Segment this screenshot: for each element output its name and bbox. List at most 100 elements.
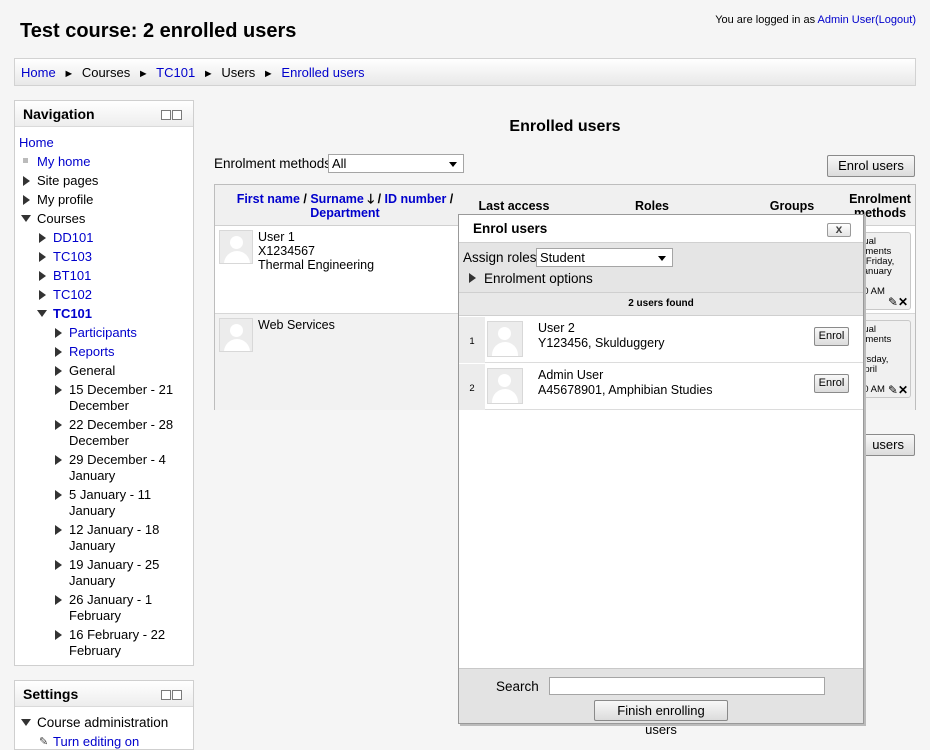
expand-icon[interactable] [469,273,476,283]
nav-week-6[interactable]: 19 January - 25 January [69,557,159,589]
nav-reports[interactable]: Reports [69,344,115,359]
main-heading: Enrolled users [509,118,621,135]
breadcrumb-enrolled-users[interactable]: Enrolled users [281,65,364,80]
dialog-header: Enrol users x [459,215,863,243]
sort-id-number[interactable]: ID number [385,192,447,206]
breadcrumb-users: Users [221,65,256,80]
expand-icon[interactable] [23,195,30,205]
nav-my-home[interactable]: My home [37,154,90,169]
finish-enrolling-button[interactable]: Finish enrolling users [594,700,728,737]
edit-enrolment-icon[interactable]: ✎ [888,383,898,397]
candidate-name: User 2 [538,321,575,335]
collapse-icon[interactable] [37,310,47,317]
expand-icon[interactable] [55,560,62,570]
avatar [487,321,523,357]
assign-roles-select[interactable]: Student [536,248,673,267]
avatar[interactable] [219,230,253,264]
nav-week-5[interactable]: 12 January - 18 January [69,522,159,554]
breadcrumb-course[interactable]: TC101 [156,65,195,80]
course-administration[interactable]: Course administration [37,715,168,730]
user-profile-link[interactable]: Admin User [818,14,875,26]
enrolment-method-text: nual olments n Friday, January 1, 00 AM [861,236,895,297]
unenrol-icon[interactable]: ✕ [898,295,908,309]
expand-icon[interactable] [55,525,62,535]
login-prefix: You are logged in as [715,14,818,26]
settings-title: Settings [23,686,79,702]
nav-course-tc103[interactable]: TC103 [53,249,92,264]
dialog-footer: Search Finish enrolling users [459,668,863,737]
expand-icon[interactable] [39,271,46,281]
expand-icon[interactable] [55,347,62,357]
nav-general[interactable]: General [69,363,115,378]
collapse-icon[interactable] [21,719,31,726]
nav-courses[interactable]: Courses [37,211,85,226]
logout-link[interactable]: (Logout) [875,14,916,26]
enrolment-methods-select[interactable]: All [328,154,464,173]
dialog-options: Assign roles Student Enrolment options [459,243,863,293]
nav-week-4[interactable]: 5 January - 11 January [69,487,151,519]
list-item: 2 Admin User A45678901, Amphibian Studie… [459,364,863,410]
sort-surname[interactable]: Surname [310,192,364,206]
nav-participants[interactable]: Participants [69,325,137,340]
nav-week-1[interactable]: 15 December - 21 December [69,382,173,414]
collapse-icon[interactable] [21,215,31,222]
block-dock-icon[interactable] [161,687,183,700]
nav-course-tc102[interactable]: TC102 [53,287,92,302]
expand-icon[interactable] [39,233,46,243]
expand-icon[interactable] [39,290,46,300]
navigation-block: Navigation Home My home Site pages My pr… [14,100,194,666]
row-number: 1 [459,317,485,363]
expand-icon[interactable] [39,252,46,262]
nav-week-3[interactable]: 29 December - 4 January [69,452,166,484]
avatar[interactable] [219,318,253,352]
enrolment-options-toggle[interactable]: Enrolment options [484,271,593,286]
nav-week-2[interactable]: 22 December - 28 December [69,417,173,449]
expand-icon[interactable] [55,385,62,395]
unenrol-icon[interactable]: ✕ [898,383,908,397]
name-column-header: First name / Surname 🡓 / ID number / Dep… [236,191,454,221]
user-name: Web Services [258,318,335,332]
nav-course-bt101[interactable]: BT101 [53,268,91,283]
breadcrumb-separator: ► [262,68,274,80]
settings-block-header: Settings [15,681,193,707]
sort-first-name[interactable]: First name [237,192,300,206]
edit-enrolment-icon[interactable]: ✎ [888,295,898,309]
expand-icon[interactable] [23,176,30,186]
candidate-detail: A45678901, Amphibian Studies [538,383,713,397]
last-access-header[interactable]: Last access [471,199,557,213]
sort-department[interactable]: Department [310,206,379,220]
nav-home[interactable]: Home [19,135,54,150]
nav-week-8[interactable]: 16 February - 22 February [69,627,165,659]
page-title: Test course: 2 enrolled users [20,20,297,42]
enrol-button[interactable]: Enrol [814,374,849,393]
candidate-name: Admin User [538,368,604,382]
user-department: Thermal Engineering [258,258,375,272]
breadcrumb-home[interactable]: Home [21,65,56,80]
bullet-icon [23,158,28,163]
chevron-down-icon [449,162,457,167]
expand-icon[interactable] [55,328,62,338]
enrol-users-button-top[interactable]: Enrol users [827,155,915,177]
chevron-down-icon [658,256,666,261]
expand-icon[interactable] [55,455,62,465]
expand-icon[interactable] [55,630,62,640]
nav-course-dd101[interactable]: DD101 [53,230,93,245]
nav-my-profile[interactable]: My profile [37,192,93,207]
expand-icon[interactable] [55,420,62,430]
expand-icon[interactable] [55,490,62,500]
expand-icon[interactable] [55,595,62,605]
turn-editing-on-link[interactable]: Turn editing on [53,734,139,749]
login-info: You are logged in as Admin User(Logout) [715,14,916,26]
expand-icon[interactable] [55,366,62,376]
nav-current-course[interactable]: TC101 [53,306,92,321]
nav-week-7[interactable]: 26 January - 1 February [69,592,152,624]
navigation-block-header: Navigation [15,101,193,127]
candidate-detail: Y123456, Skulduggery [538,336,665,350]
breadcrumb-separator: ► [202,68,214,80]
enrol-button[interactable]: Enrol [814,327,849,346]
nav-site-pages[interactable]: Site pages [37,173,98,188]
block-dock-icon[interactable] [161,107,183,120]
user-name: User 1 [258,230,295,244]
search-input[interactable] [549,677,825,695]
close-icon[interactable]: x [827,223,851,237]
